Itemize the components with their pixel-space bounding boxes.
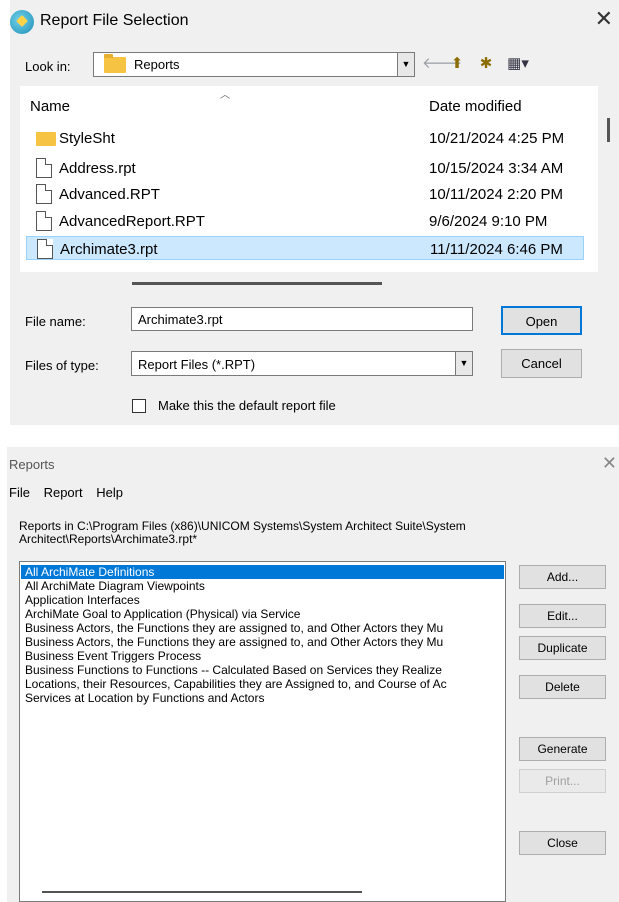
file-icon bbox=[36, 158, 52, 178]
view-menu-icon[interactable]: ▦▾ bbox=[502, 53, 534, 75]
close-icon[interactable]: ✕ bbox=[602, 453, 617, 474]
app-icon bbox=[10, 10, 34, 34]
file-icon bbox=[36, 184, 52, 204]
dialog-title: Report File Selection bbox=[40, 12, 189, 29]
edit-button[interactable]: Edit... bbox=[519, 604, 606, 628]
reports-dialog: Reports ✕ File Report Help Reports in C:… bbox=[7, 447, 619, 902]
horizontal-scrollbar[interactable] bbox=[42, 891, 362, 893]
file-date: 10/21/2024 4:25 PM bbox=[429, 130, 565, 147]
folder-icon bbox=[36, 132, 56, 146]
delete-button[interactable]: Delete bbox=[519, 675, 606, 699]
up-folder-icon[interactable]: ⬆ bbox=[446, 53, 468, 75]
menu-report[interactable]: Report bbox=[44, 485, 83, 500]
files-of-type-dropdown[interactable]: Report Files (*.RPT) ▼ bbox=[131, 351, 473, 376]
file-name: AdvancedReport.RPT bbox=[59, 213, 205, 230]
files-of-type-label: Files of type: bbox=[25, 358, 99, 373]
close-button[interactable]: Close bbox=[519, 831, 606, 855]
close-icon[interactable]: ✕ bbox=[595, 8, 613, 30]
list-item[interactable]: Business Actors, the Functions they are … bbox=[21, 621, 443, 635]
generate-button[interactable]: Generate bbox=[519, 737, 606, 761]
print-button[interactable]: Print... bbox=[519, 769, 606, 793]
file-date: 10/11/2024 2:20 PM bbox=[429, 186, 563, 203]
duplicate-button[interactable]: Duplicate bbox=[519, 636, 606, 660]
folder-icon bbox=[104, 54, 126, 73]
list-item[interactable]: Application Interfaces bbox=[21, 593, 140, 607]
default-report-label: Make this the default report file bbox=[158, 398, 336, 413]
menu-help[interactable]: Help bbox=[96, 485, 123, 500]
list-item[interactable]: Services at Location by Functions and Ac… bbox=[21, 691, 264, 705]
title-bar: Report File Selection ✕ bbox=[10, 0, 619, 46]
look-in-dropdown[interactable]: Reports ▼ bbox=[93, 52, 415, 77]
list-item[interactable]: Business Event Triggers Process bbox=[21, 649, 201, 663]
list-item[interactable]: Business Actors, the Functions they are … bbox=[21, 635, 443, 649]
column-header-date[interactable]: Date modified bbox=[429, 98, 522, 115]
list-item[interactable]: All ArchiMate Definitions bbox=[21, 565, 504, 579]
cancel-button[interactable]: Cancel bbox=[501, 349, 582, 378]
reports-list[interactable]: All ArchiMate Definitions All ArchiMate … bbox=[19, 561, 506, 902]
file-row-archimate3[interactable]: Archimate3.rpt 11/11/2024 6:46 PM bbox=[26, 236, 584, 260]
file-date: 11/11/2024 6:46 PM bbox=[430, 241, 563, 258]
look-in-value: Reports bbox=[134, 57, 180, 72]
list-item[interactable]: Locations, their Resources, Capabilities… bbox=[21, 677, 447, 691]
reports-path-text: Reports in C:\Program Files (x86)\UNICOM… bbox=[19, 519, 466, 546]
list-item[interactable]: ArchiMate Goal to Application (Physical)… bbox=[21, 607, 300, 621]
column-header-name[interactable]: Name bbox=[30, 98, 70, 115]
file-icon bbox=[36, 211, 52, 231]
menu-file[interactable]: File bbox=[9, 485, 30, 500]
file-date: 9/6/2024 9:10 PM bbox=[429, 213, 548, 230]
file-name: Advanced.RPT bbox=[59, 186, 160, 203]
file-icon bbox=[37, 239, 53, 259]
chevron-down-icon[interactable]: ▼ bbox=[397, 53, 414, 76]
files-of-type-value: Report Files (*.RPT) bbox=[138, 357, 256, 372]
add-button[interactable]: Add... bbox=[519, 565, 606, 589]
file-name: Address.rpt bbox=[59, 160, 136, 177]
file-row-advancedreport[interactable]: AdvancedReport.RPT 9/6/2024 9:10 PM bbox=[26, 209, 584, 233]
look-in-label: Look in: bbox=[25, 59, 71, 74]
file-name: StyleSht bbox=[59, 130, 115, 147]
list-item[interactable]: Business Functions to Functions -- Calcu… bbox=[21, 663, 442, 677]
menu-bar: File Report Help bbox=[9, 485, 133, 500]
horizontal-scrollbar[interactable] bbox=[132, 282, 382, 285]
file-date: 10/15/2024 3:34 AM bbox=[429, 160, 564, 177]
file-row-advanced[interactable]: Advanced.RPT 10/11/2024 2:20 PM bbox=[26, 182, 584, 206]
report-file-selection-dialog: Report File Selection ✕ Look in: Reports… bbox=[10, 0, 619, 425]
new-folder-icon[interactable]: ✱ bbox=[475, 53, 497, 75]
file-name: Archimate3.rpt bbox=[60, 241, 158, 258]
sort-indicator-icon: ︿ bbox=[220, 90, 230, 101]
file-name-label: File name: bbox=[25, 314, 86, 329]
file-list[interactable]: Name ︿ Date modified StyleSht 10/21/2024… bbox=[20, 86, 598, 272]
list-item[interactable]: All ArchiMate Diagram Viewpoints bbox=[21, 579, 205, 593]
file-row-address[interactable]: Address.rpt 10/15/2024 3:34 AM bbox=[26, 156, 584, 180]
dialog-title: Reports bbox=[9, 457, 55, 472]
open-button[interactable]: Open bbox=[501, 306, 582, 335]
vertical-scrollbar[interactable] bbox=[607, 118, 610, 142]
chevron-down-icon[interactable]: ▼ bbox=[455, 352, 472, 375]
back-arrow-icon[interactable]: 🡐 bbox=[422, 53, 462, 75]
default-report-checkbox[interactable] bbox=[132, 399, 146, 413]
file-name-field[interactable] bbox=[131, 307, 473, 331]
file-row-stylesht[interactable]: StyleSht 10/21/2024 4:25 PM bbox=[26, 126, 584, 150]
